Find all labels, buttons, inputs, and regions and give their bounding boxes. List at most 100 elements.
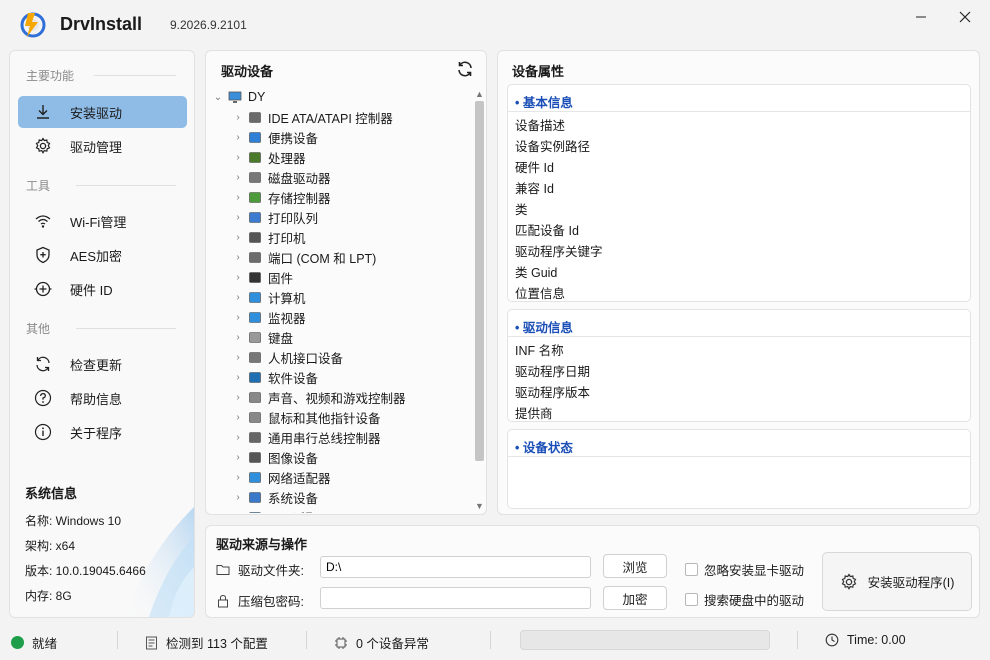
chevron-right-icon[interactable]: ›: [232, 252, 244, 263]
display-adapter-icon: [249, 511, 261, 513]
tree-item[interactable]: › 人机接口设备: [232, 347, 343, 367]
chevron-right-icon[interactable]: ›: [232, 512, 244, 514]
group-device-status-title: • 设备状态: [515, 441, 573, 455]
network-adapter-icon: [249, 471, 261, 483]
scroll-down-icon[interactable]: ▼: [475, 501, 484, 511]
nav-driver-manage[interactable]: 驱动管理: [18, 130, 187, 162]
chevron-right-icon[interactable]: ›: [232, 472, 244, 483]
tree-root[interactable]: ⌄ DY: [212, 87, 266, 107]
chevron-right-icon[interactable]: ›: [232, 352, 244, 363]
chevron-right-icon[interactable]: ›: [232, 492, 244, 503]
prop-class: 类: [515, 203, 528, 217]
chevron-right-icon[interactable]: ›: [232, 452, 244, 463]
tree-item[interactable]: › 打印队列: [232, 207, 318, 227]
tree-item[interactable]: › 网络适配器: [232, 467, 331, 487]
tree-item[interactable]: › 便携设备: [232, 127, 318, 147]
nav-install-driver[interactable]: 安装驱动: [18, 96, 187, 128]
chevron-right-icon[interactable]: ›: [232, 132, 244, 143]
prop-provider: 提供商: [515, 407, 553, 421]
nav-check-update[interactable]: 检查更新: [18, 348, 187, 380]
tree-scrollbar[interactable]: ▲ ▼: [472, 87, 486, 513]
tree-item[interactable]: › 鼠标和其他指针设备: [232, 407, 380, 427]
keyboard-icon: [249, 331, 261, 343]
tree-item[interactable]: › 端口 (COM 和 LPT): [232, 247, 376, 267]
nav-about[interactable]: 关于程序: [18, 416, 187, 448]
operations-title: 驱动来源与操作: [216, 537, 308, 552]
chevron-right-icon[interactable]: ›: [232, 112, 244, 123]
chevron-right-icon[interactable]: ›: [232, 192, 244, 203]
chevron-right-icon[interactable]: ›: [232, 432, 244, 443]
tree-item-label: 存储控制器: [268, 191, 331, 206]
tree-item[interactable]: › 显示适配器: [232, 507, 331, 513]
computer-icon: [249, 291, 261, 303]
nav-wifi[interactable]: Wi-Fi管理: [18, 205, 187, 237]
chevron-right-icon[interactable]: ›: [232, 372, 244, 383]
nav-aes[interactable]: AES加密: [18, 239, 187, 271]
clock-icon: [825, 633, 839, 647]
tree-item[interactable]: › 存储控制器: [232, 187, 331, 207]
nav-help[interactable]: 帮助信息: [18, 382, 187, 414]
minimize-button[interactable]: [906, 6, 936, 28]
chevron-down-icon[interactable]: ⌄: [212, 92, 224, 103]
chevron-right-icon[interactable]: ›: [232, 152, 244, 163]
hid-icon: [249, 351, 261, 363]
chevron-right-icon[interactable]: ›: [232, 332, 244, 343]
tree-item[interactable]: › 键盘: [232, 327, 293, 347]
tree-item[interactable]: › 软件设备: [232, 367, 318, 387]
device-properties-panel: 设备属性 • 基本信息 设备描述 设备实例路径 硬件 Id 兼容 Id 类 匹配…: [497, 50, 980, 515]
tree-item[interactable]: › 计算机: [232, 287, 306, 307]
scrollbar-thumb[interactable]: [475, 101, 484, 461]
operations-panel: 驱动来源与操作 驱动文件夹: 浏览 压缩包密码: 加密 忽略安装显卡驱动 搜索硬…: [205, 525, 980, 618]
section-main-label: 主要功能: [26, 69, 75, 83]
tree-item[interactable]: › 声音、视频和游戏控制器: [232, 387, 405, 407]
chevron-right-icon[interactable]: ›: [232, 212, 244, 223]
chevron-right-icon[interactable]: ›: [232, 232, 244, 243]
group-basic-info: • 基本信息 设备描述 设备实例路径 硬件 Id 兼容 Id 类 匹配设备 Id…: [507, 84, 971, 302]
processor-icon: [249, 151, 261, 163]
password-input[interactable]: [320, 587, 591, 609]
chevron-right-icon[interactable]: ›: [232, 172, 244, 183]
chevron-right-icon[interactable]: ›: [232, 312, 244, 323]
tree-item[interactable]: › 处理器: [232, 147, 305, 167]
tree-item-label: 网络适配器: [268, 471, 331, 486]
tree-item[interactable]: › 监视器: [232, 307, 306, 327]
mouse-icon: [249, 411, 261, 423]
status-time-text: Time: 0.00: [847, 633, 906, 647]
encrypt-button[interactable]: 加密: [603, 586, 667, 610]
tree-item-label: 显示适配器: [268, 508, 331, 514]
software-device-icon: [249, 371, 261, 383]
nav-hardware-id[interactable]: 硬件 ID: [18, 273, 187, 305]
tree-item[interactable]: › 磁盘驱动器: [232, 167, 330, 187]
chevron-right-icon[interactable]: ›: [232, 272, 244, 283]
scroll-up-icon[interactable]: ▲: [475, 89, 484, 99]
tree-item[interactable]: › 图像设备: [232, 447, 318, 467]
status-divider: [306, 631, 307, 649]
nav-aes-label: AES加密: [70, 248, 123, 264]
device-tree[interactable]: ⌄ DY › IDE ATA/ATAPI 控制器 › 便携设备 › 处理器 › 磁盘驱动器 › 存…: [212, 87, 470, 513]
chevron-right-icon[interactable]: ›: [232, 292, 244, 303]
tree-item[interactable]: › 系统设备: [232, 487, 318, 507]
chevron-right-icon[interactable]: ›: [232, 412, 244, 423]
group-divider: [508, 336, 970, 337]
gear-icon: [841, 572, 856, 590]
chevron-right-icon[interactable]: ›: [232, 392, 244, 403]
group-device-status: • 设备状态: [507, 429, 971, 509]
folder-input[interactable]: [320, 556, 591, 578]
close-button[interactable]: [950, 6, 980, 28]
checkbox-box[interactable]: [685, 563, 698, 576]
ignore-gpu-checkbox[interactable]: 忽略安装显卡驱动: [685, 560, 804, 579]
tree-item[interactable]: › 固件: [232, 267, 293, 287]
system-info-version: 版本: 10.0.19045.6466: [25, 564, 146, 578]
checkbox-box[interactable]: [685, 593, 698, 606]
tree-item-label: 计算机: [268, 291, 306, 306]
tree-item[interactable]: › 打印机: [232, 227, 305, 247]
install-driver-button[interactable]: 安装驱动程序(I): [822, 552, 972, 611]
refresh-icon[interactable]: [456, 60, 474, 78]
tree-item[interactable]: › 通用串行总线控制器: [232, 427, 380, 447]
group-basic-info-title: • 基本信息: [515, 96, 573, 110]
search-disk-checkbox[interactable]: 搜索硬盘中的驱动: [685, 590, 804, 609]
browse-button[interactable]: 浏览: [603, 554, 667, 578]
section-divider: [76, 185, 176, 186]
tree-item[interactable]: › IDE ATA/ATAPI 控制器: [232, 107, 392, 127]
tree-item-label: 监视器: [268, 311, 306, 326]
